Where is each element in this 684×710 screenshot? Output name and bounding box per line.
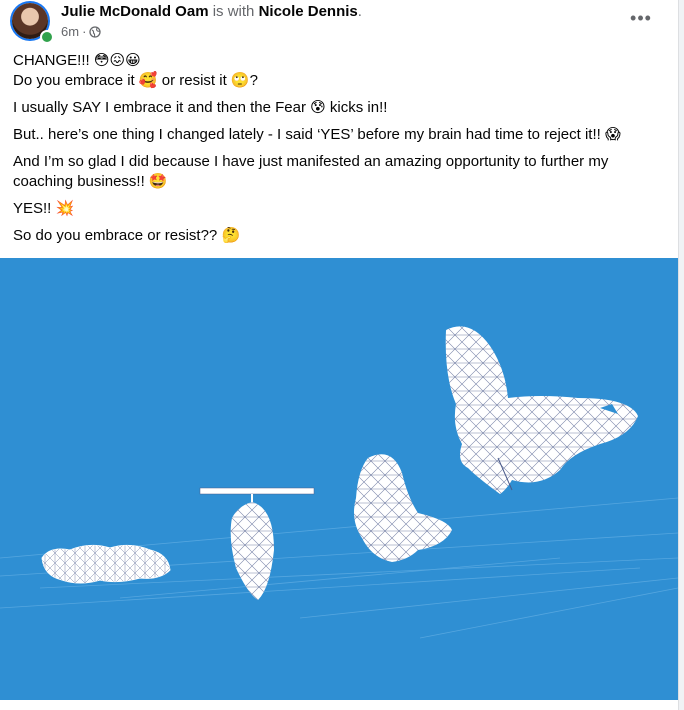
online-status-dot — [40, 30, 54, 44]
butterfly — [445, 326, 638, 494]
post-meta: 6m · — [61, 24, 102, 40]
globe-icon[interactable] — [89, 26, 102, 38]
transformation-illustration — [0, 326, 678, 639]
post-body: CHANGE!!! 😳😖😀 Do you embrace it 🥰 or res… — [13, 51, 663, 253]
post-line-3: I usually SAY I embrace it and then the … — [13, 99, 388, 116]
post-line-6: YES!! 💥 — [13, 200, 75, 217]
meta-separator: · — [82, 24, 87, 39]
post-line-1: CHANGE!!! 😳😖😀 — [13, 52, 141, 69]
facebook-post: Julie McDonald Oam is with Nicole Dennis… — [0, 0, 679, 710]
post-line-2: Do you embrace it 🥰 or resist it 🙄? — [13, 72, 258, 89]
post-header: Julie McDonald Oam is with Nicole Dennis… — [0, 0, 678, 46]
with-label: is with — [212, 3, 255, 20]
post-image[interactable] — [0, 258, 678, 700]
post-footer-strip — [0, 700, 678, 710]
chrysalis — [199, 487, 315, 600]
author-name-link[interactable]: Julie McDonald Oam — [61, 3, 209, 20]
caterpillar — [41, 544, 171, 584]
more-options-button[interactable]: ••• — [626, 6, 656, 30]
author-line: Julie McDonald Oam is with Nicole Dennis… — [61, 3, 362, 21]
post-time-link[interactable]: 6m — [61, 24, 79, 40]
with-text: is with — [213, 3, 259, 20]
tagged-person-link[interactable]: Nicole Dennis — [259, 3, 358, 20]
post-line-5: And I’m so glad I did because I have jus… — [13, 153, 609, 190]
emerging-butterfly — [354, 454, 452, 562]
post-line-7: So do you embrace or resist?? 🤔 — [13, 227, 241, 244]
period: . — [357, 3, 362, 20]
post-line-4: But.. here’s one thing I changed lately … — [13, 126, 621, 143]
